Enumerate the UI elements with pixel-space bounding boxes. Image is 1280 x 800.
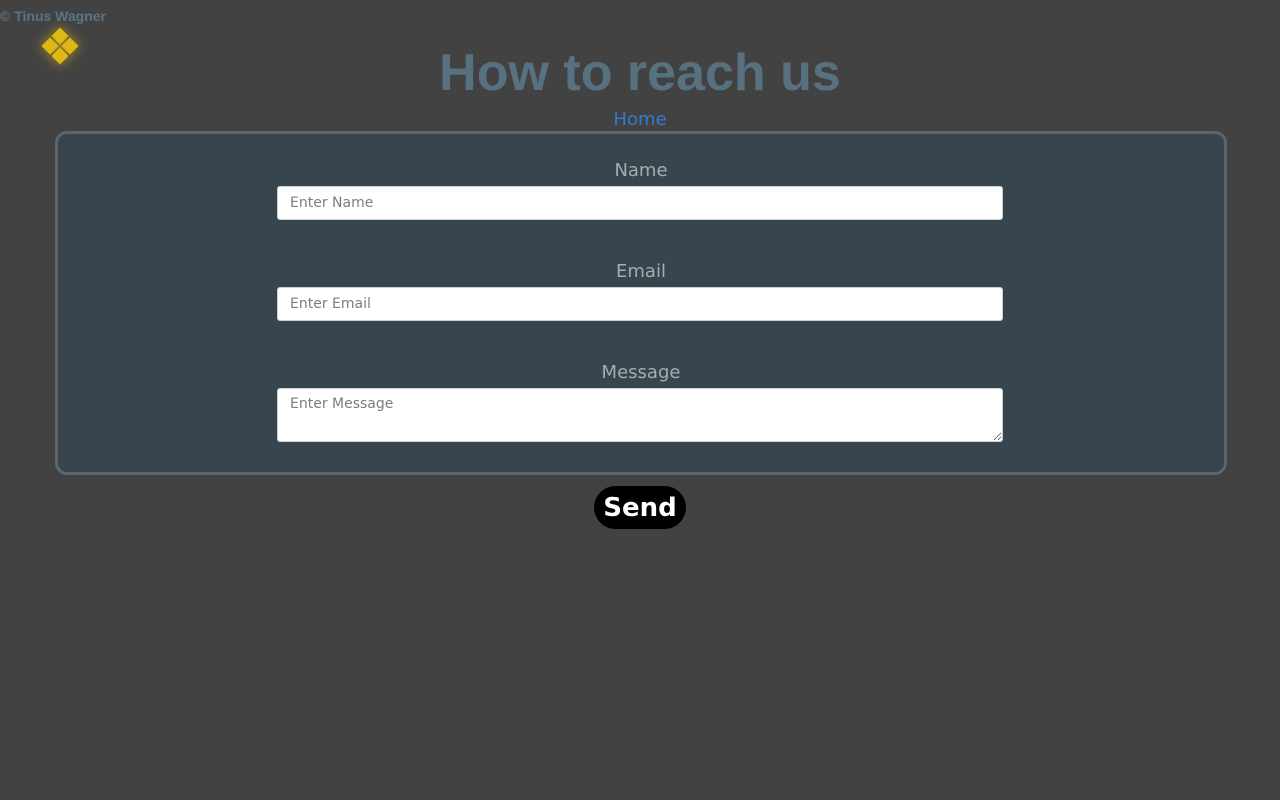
copyright-text: © Tinus Wagner bbox=[0, 8, 106, 24]
message-textarea[interactable] bbox=[277, 388, 1003, 442]
nav-home: Home bbox=[0, 109, 1280, 130]
name-input[interactable] bbox=[277, 186, 1003, 220]
home-link[interactable]: Home bbox=[613, 109, 666, 130]
contact-form: Name Email Message bbox=[55, 131, 1227, 475]
send-button[interactable]: Send bbox=[594, 486, 686, 529]
message-label: Message bbox=[601, 362, 681, 383]
email-input[interactable] bbox=[277, 287, 1003, 321]
page-title: How to reach us bbox=[439, 44, 841, 102]
email-label: Email bbox=[616, 261, 666, 282]
name-label: Name bbox=[614, 160, 668, 181]
